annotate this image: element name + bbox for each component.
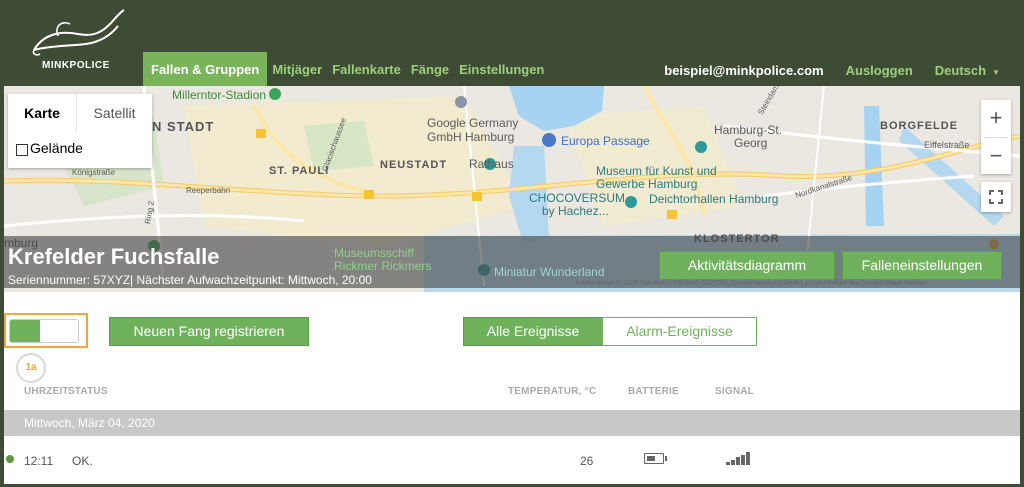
battery-level: [646, 455, 655, 461]
trap-active-toggle[interactable]: [9, 319, 79, 343]
map-label-reeper: Reeperbahn: [186, 186, 231, 195]
user-nav: beispiel@minkpolice.com Ausloggen Deutsc…: [664, 62, 1000, 80]
map-label-neustadt: NEUSTADT: [380, 159, 448, 171]
trap-title: Krefelder Fuchsfalle: [8, 244, 220, 269]
signal-icon: [726, 451, 750, 465]
map-label-stadion: Millerntor-Stadion: [172, 88, 267, 102]
toggle-fill: [10, 320, 40, 342]
toggle-highlight: [4, 313, 88, 348]
event-status: OK.: [72, 454, 93, 468]
register-catch-button[interactable]: Neuen Fang registrieren: [109, 317, 309, 346]
map-label-museum-2: Gewerbe Hamburg: [596, 177, 698, 191]
signal-bar: [731, 459, 735, 465]
nav-fallen-gruppen[interactable]: Fallen & Gruppen: [143, 52, 268, 86]
col-head-signal: SIGNAL: [715, 386, 754, 397]
map-label-choco-2: by Hachez...: [542, 204, 609, 218]
map-label-google-1: Google Germany: [427, 116, 519, 130]
language-dropdown[interactable]: Deutsch ▼: [935, 62, 1000, 80]
map-label-hbf-2: Georg: [734, 136, 768, 150]
table-row[interactable]: 12:11 OK. 26: [4, 436, 1020, 480]
map-attribution[interactable]: Kartendaten © 2020 GeoBasis-DE/BKG (©200…: [576, 280, 927, 287]
main-nav: Fallen & Gruppen Mitjäger Fallenkarte Fä…: [143, 52, 549, 86]
map-label-neustadt-top: N STADT: [152, 119, 215, 134]
trap-settings-button[interactable]: Falleneinstellungen: [842, 251, 1002, 280]
col-head-temperature: TEMPERATUR, °C: [508, 386, 597, 397]
zoom-control: + −: [981, 100, 1011, 174]
map-type-satellit[interactable]: Satellit: [76, 94, 152, 132]
status-dot-icon: [6, 455, 14, 463]
brand-name: MINKPOLICE: [42, 60, 110, 71]
caret-down-icon: ▼: [992, 68, 1000, 77]
map-type-karte[interactable]: Karte: [8, 94, 76, 132]
map-label-museum-1: Museum für Kunst und: [596, 164, 717, 178]
signal-bar: [746, 452, 750, 465]
map-label-rathaus: Rathaus: [469, 157, 514, 171]
user-email-link[interactable]: beispiel@minkpolice.com: [664, 63, 823, 78]
language-label: Deutsch: [934, 63, 987, 78]
logout-link[interactable]: Ausloggen: [846, 63, 913, 78]
trap-events-panel: Neuen Fang registrieren Alle Ereignisse …: [4, 292, 1020, 484]
nav-fallenkarte[interactable]: Fallenkarte: [327, 52, 406, 86]
activity-chart-button[interactable]: Aktivitätsdiagramm: [659, 251, 835, 280]
date-group-label: Mittwoch, März 04, 2020: [24, 416, 155, 430]
trap-map[interactable]: Millerntor-Stadion N STADT Google German…: [4, 86, 1020, 292]
nav-faenge[interactable]: Fänge: [406, 52, 454, 86]
zoom-out-button[interactable]: −: [981, 138, 1011, 175]
signal-bar: [741, 454, 745, 465]
map-label-choco-1: CHOCOVERSUM: [529, 191, 626, 205]
col-head-time: UHRZEIT: [24, 386, 69, 397]
event-temperature: 26: [580, 454, 594, 468]
map-label-koenig: Königstraße: [72, 168, 116, 177]
col-head-status: STATUS: [68, 386, 108, 397]
map-label-museumsschiff-2: Rickmer Rickmers: [334, 259, 432, 273]
map-label-hbf-1: Hamburg-St.: [714, 123, 783, 137]
map-label-deich: Deichtorhallen Hamburg: [649, 192, 779, 206]
map-label-google-2: GmbH Hamburg: [427, 130, 515, 144]
app-header: MINKPOLICE Fallen & Gruppen Mitjäger Fal…: [0, 0, 1024, 86]
date-group-header: Mittwoch, März 04, 2020: [4, 410, 1020, 436]
terrain-label: Gelände: [30, 140, 83, 156]
map-label-wunderland: Miniatur Wunderland: [494, 265, 605, 279]
checkbox-icon: [16, 144, 28, 156]
battery-icon: [644, 453, 667, 464]
map-label-europa: Europa Passage: [561, 134, 650, 148]
fullscreen-icon: [989, 190, 1003, 204]
filter-alarm-events[interactable]: Alarm-Ereignisse: [602, 317, 757, 346]
terrain-checkbox[interactable]: Gelände: [16, 140, 83, 156]
col-head-battery: BATTERIE: [628, 386, 679, 397]
zoom-in-button[interactable]: +: [981, 100, 1011, 137]
filter-all-events[interactable]: Alle Ereignisse: [463, 317, 603, 346]
nav-mitjaeger[interactable]: Mitjäger: [267, 52, 327, 86]
step-badge: 1a: [16, 353, 46, 383]
event-time: 12:11: [24, 454, 54, 468]
map-label-museumsschiff-1: Museumsschiff: [334, 246, 414, 260]
map-label-borgfelde: BORGFELDE: [880, 120, 959, 132]
signal-bar: [736, 457, 740, 465]
map-label-eiffel: Eiffelstraße: [924, 140, 970, 150]
fullscreen-button[interactable]: [981, 182, 1011, 212]
signal-bar: [726, 462, 730, 465]
trap-subtitle: Seriennummer: 57XYZ| Nächster Aufwachzei…: [8, 273, 372, 287]
map-type-control: Karte Satellit Gelände: [8, 94, 152, 168]
nav-einstellungen[interactable]: Einstellungen: [454, 52, 549, 86]
